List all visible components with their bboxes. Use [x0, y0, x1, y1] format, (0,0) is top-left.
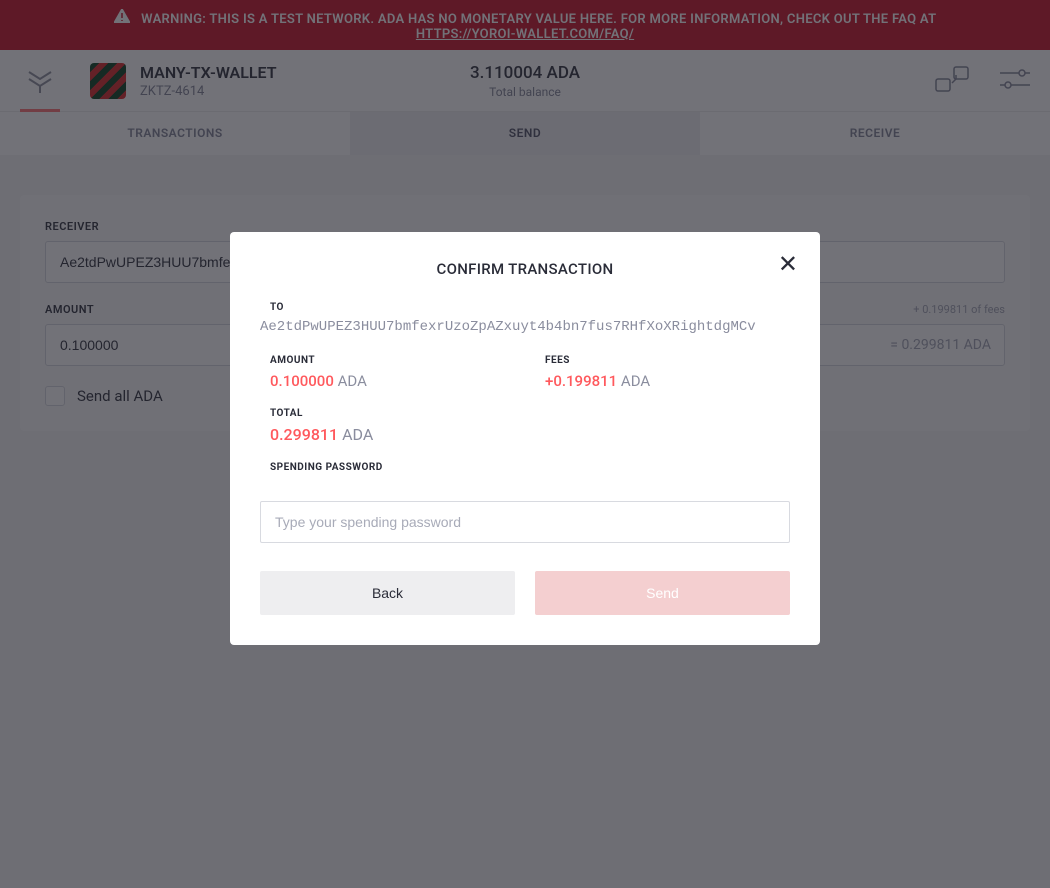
modal-title: CONFIRM TRANSACTION: [260, 260, 790, 278]
modal-fees-value: +0.199811 ADA: [545, 372, 780, 390]
modal-total-label: TOTAL: [270, 408, 780, 419]
back-button[interactable]: Back: [260, 571, 515, 615]
modal-overlay[interactable]: CONFIRM TRANSACTION ✕ TO Ae2tdPwUPEZ3HUU…: [0, 0, 1050, 888]
modal-to-label: TO: [270, 302, 780, 313]
modal-total-value: 0.299811 ADA: [270, 425, 780, 444]
modal-amount-label: AMOUNT: [270, 355, 505, 366]
send-button[interactable]: Send: [535, 571, 790, 615]
spending-password-label: SPENDING PASSWORD: [270, 462, 780, 473]
close-icon[interactable]: ✕: [778, 252, 798, 276]
modal-fees-label: FEES: [545, 355, 780, 366]
modal-amount-value: 0.100000 ADA: [270, 372, 505, 390]
confirm-transaction-modal: CONFIRM TRANSACTION ✕ TO Ae2tdPwUPEZ3HUU…: [230, 232, 820, 645]
spending-password-input[interactable]: [260, 501, 790, 543]
modal-to-address: Ae2tdPwUPEZ3HUU7bmfexrUzoZpAZxuyt4b4bn7f…: [260, 319, 790, 335]
